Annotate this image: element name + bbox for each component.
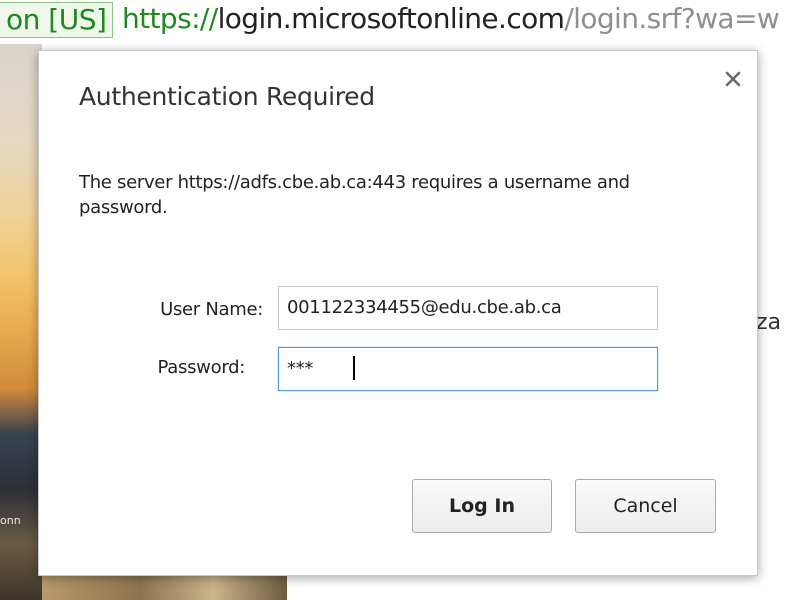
url-scheme: https:// [122,2,218,35]
close-icon[interactable] [723,69,743,89]
login-button[interactable]: Log In [412,479,552,533]
cancel-button[interactable]: Cancel [575,479,716,533]
background-text-fragment: onn [0,514,21,527]
address-bar[interactable]: on [US] https://login.microsoftonline.co… [0,0,792,44]
username-label: User Name: [160,299,263,320]
url-path: /login.srf?wa=w [564,2,780,35]
ev-certificate-badge[interactable]: on [US] [0,2,114,38]
background-page-image: onn [0,44,42,600]
auth-dialog: Authentication Required The server https… [38,50,758,576]
browser-window: on [US] https://login.microsoftonline.co… [0,0,792,600]
dialog-message: The server https://adfs.cbe.ab.ca:443 re… [79,172,630,218]
background-page-image-bottom [42,576,287,600]
password-label: Password: [157,357,246,378]
password-field[interactable]: *** [278,347,658,391]
text-cursor [353,356,355,380]
url-text[interactable]: https://login.microsoftonline.com/login.… [122,2,780,36]
dialog-title: Authentication Required [79,82,375,111]
username-field[interactable]: 001122334455@edu.cbe.ab.ca [278,286,658,330]
url-host: login.microsoftonline.com [217,2,565,35]
